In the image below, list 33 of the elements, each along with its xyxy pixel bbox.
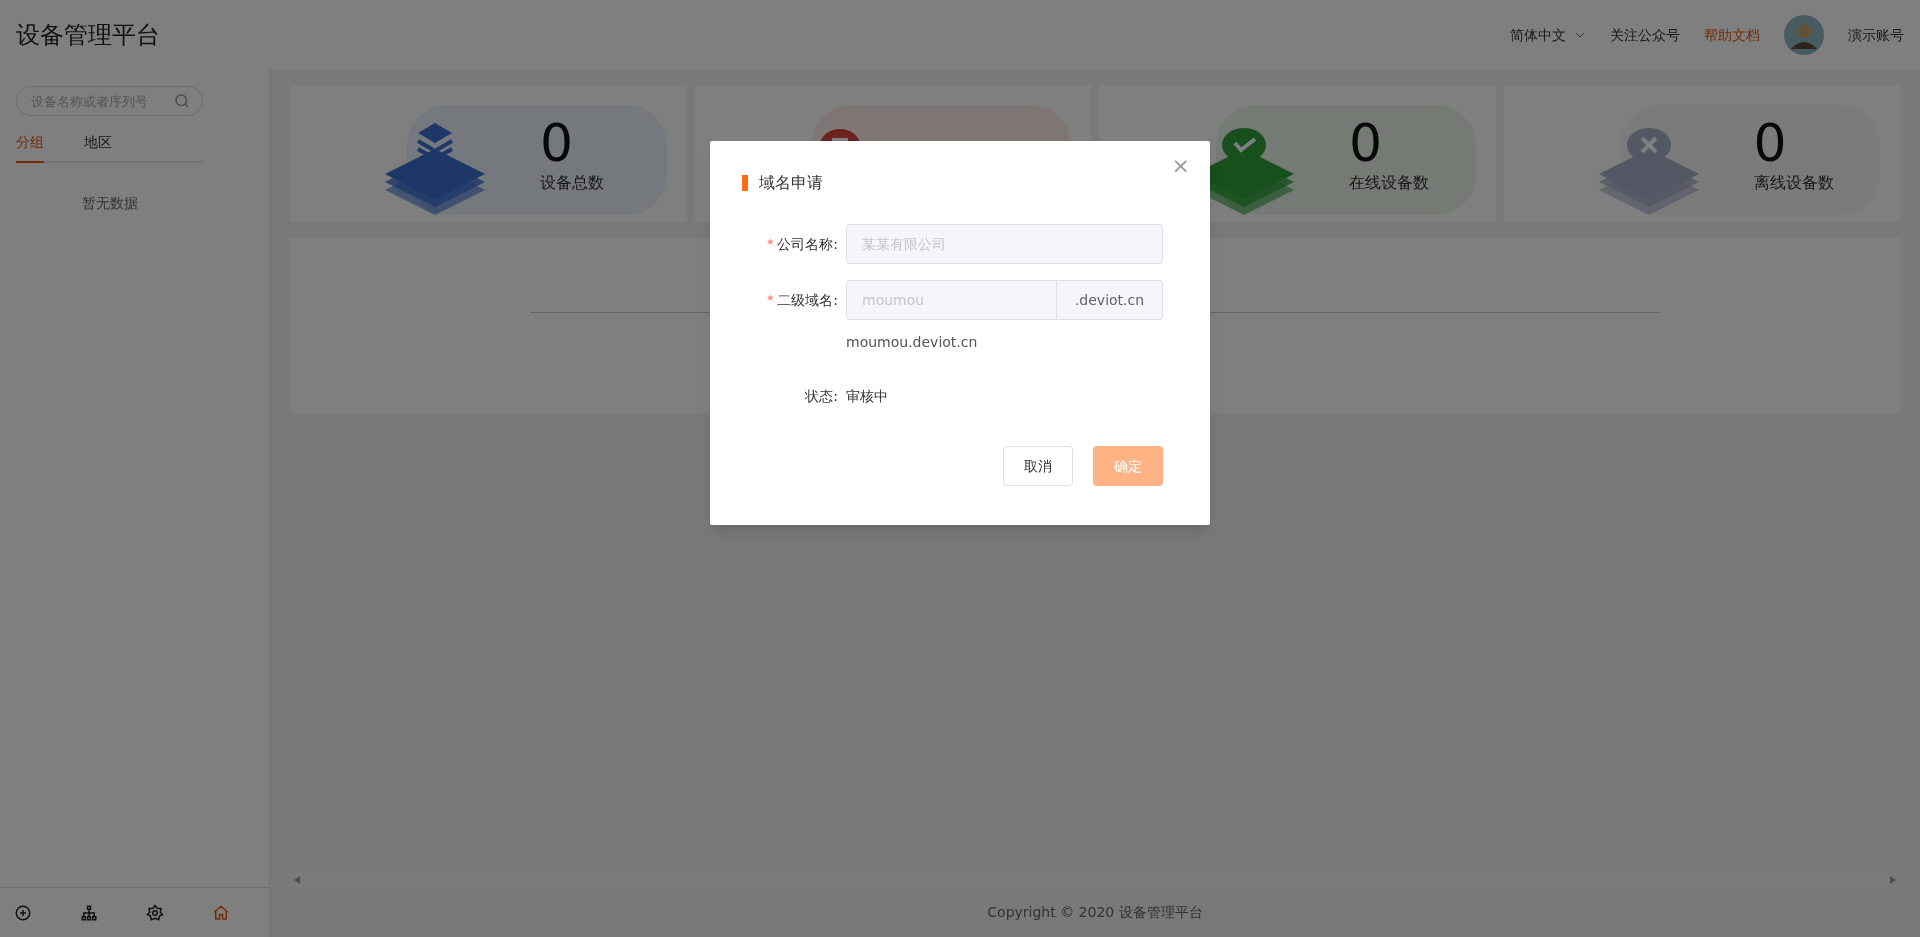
title-accent-bar <box>742 175 748 191</box>
copyright-text: Copyright © 2020 设备管理平台 <box>987 902 1203 922</box>
header-link[interactable]: 关注公众号 <box>1610 24 1680 46</box>
account-name[interactable]: 演示账号 <box>1848 24 1904 46</box>
stat-label: 离线设备数 <box>1753 172 1834 194</box>
status-label: 状态: <box>805 387 838 406</box>
language-dropdown[interactable]: 简体中文 <box>1510 24 1586 46</box>
field-label: 公司名称: <box>777 234 838 254</box>
avatar[interactable] <box>1784 15 1824 55</box>
add-icon[interactable] <box>14 903 32 922</box>
required-mark: * <box>767 292 774 309</box>
domain-preview: moumou.deviot.cn <box>846 334 978 350</box>
stat-label: 设备总数 <box>540 172 604 194</box>
stat-value: 0 <box>1349 115 1384 171</box>
search-icon[interactable] <box>173 92 191 110</box>
domain-suffix: .deviot.cn <box>1057 280 1163 320</box>
field-label: 二级域名: <box>777 290 838 310</box>
required-mark: * <box>767 236 774 253</box>
sidebar-tab[interactable]: 地区 <box>84 132 112 161</box>
hierarchy-icon[interactable] <box>80 903 98 922</box>
dialog-title: 域名申请 <box>759 172 823 194</box>
stat-label: 在线设备数 <box>1349 172 1429 194</box>
home-icon[interactable] <box>212 903 230 922</box>
stat-value: 0 <box>1753 115 1788 171</box>
stat-value: 0 <box>540 115 575 171</box>
sidebar-tab[interactable]: 分组 <box>16 132 44 163</box>
empty-text: 暂无数据 <box>81 194 138 213</box>
status-value: 审核中 <box>846 387 888 406</box>
close-button[interactable]: × <box>1171 155 1190 177</box>
header-link[interactable]: 帮助文档 <box>1704 24 1760 46</box>
cancel-button[interactable]: 取消 <box>1003 446 1073 486</box>
app-title: 设备管理平台 <box>16 20 160 51</box>
gear-icon[interactable] <box>146 903 164 922</box>
